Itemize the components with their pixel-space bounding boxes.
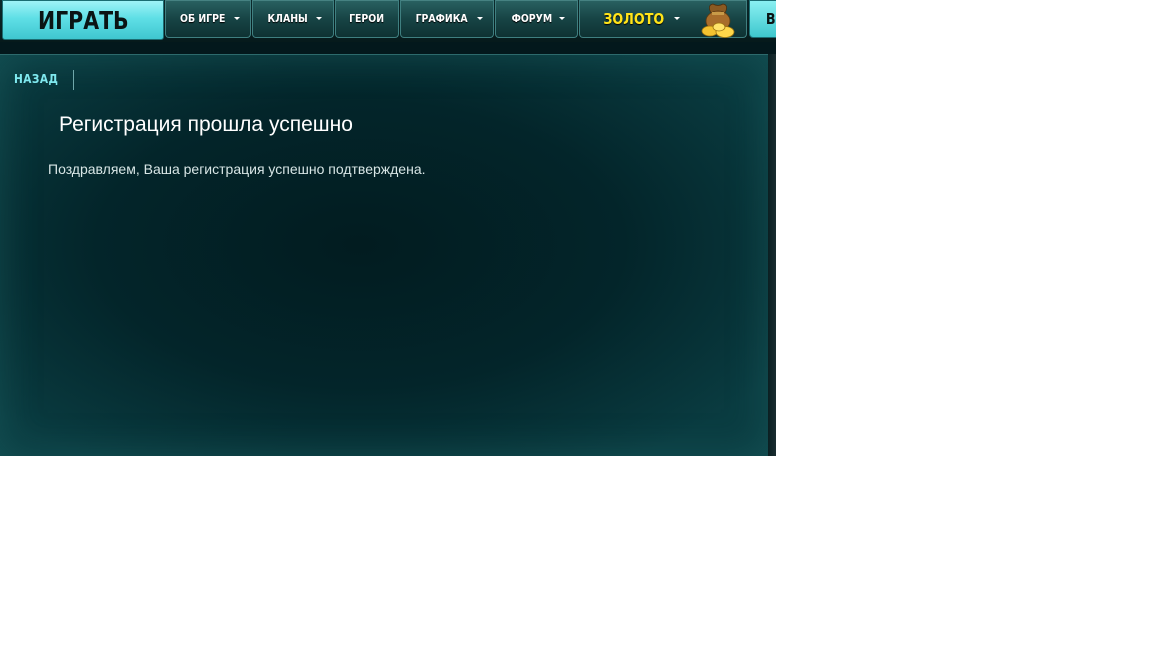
caret-down-icon (476, 17, 483, 20)
caret-down-icon (559, 17, 566, 20)
play-button-label: ИГРАТЬ (37, 5, 129, 35)
right-cut-label: ВО (765, 10, 776, 28)
caret-down-icon (673, 17, 680, 20)
nav-item-graphics[interactable]: ГРАФИКА (400, 0, 494, 38)
top-navigation: ИГРАТЬ ОБ ИГРЕ КЛАНЫ ГЕРОИ ГРАФИКА ФОРУМ… (0, 0, 776, 42)
content-panel: НАЗАД Регистрация прошла успешно Поздрав… (0, 54, 768, 456)
confirmation-message: Поздравляем, Ваша регистрация успешно по… (48, 161, 426, 177)
caret-down-icon (315, 17, 322, 20)
nav-item-heroes[interactable]: ГЕРОИ (335, 0, 399, 38)
nav-item-label: ФОРУМ (511, 12, 552, 25)
divider (73, 70, 74, 90)
right-cut-button[interactable]: ВО (749, 0, 776, 38)
back-link[interactable]: НАЗАД (14, 72, 58, 86)
page-title: Регистрация прошла успешно (59, 113, 353, 136)
nav-item-forum[interactable]: ФОРУМ (495, 0, 578, 38)
nav-item-label: ГЕРОИ (349, 12, 385, 25)
nav-item-label: КЛАНЫ (267, 12, 309, 25)
play-button[interactable]: ИГРАТЬ (2, 0, 164, 40)
game-site-viewport: ИГРАТЬ ОБ ИГРЕ КЛАНЫ ГЕРОИ ГРАФИКА ФОРУМ… (0, 0, 776, 456)
nav-item-label: ГРАФИКА (415, 12, 469, 25)
nav-item-clans[interactable]: КЛАНЫ (252, 0, 334, 38)
nav-item-about-game[interactable]: ОБ ИГРЕ (165, 0, 251, 38)
gold-bag-icon (701, 3, 735, 38)
caret-down-icon (233, 17, 240, 20)
gold-label: ЗОЛОТО (603, 9, 665, 28)
panel-edge (768, 54, 776, 456)
nav-item-label: ОБ ИГРЕ (180, 12, 226, 25)
